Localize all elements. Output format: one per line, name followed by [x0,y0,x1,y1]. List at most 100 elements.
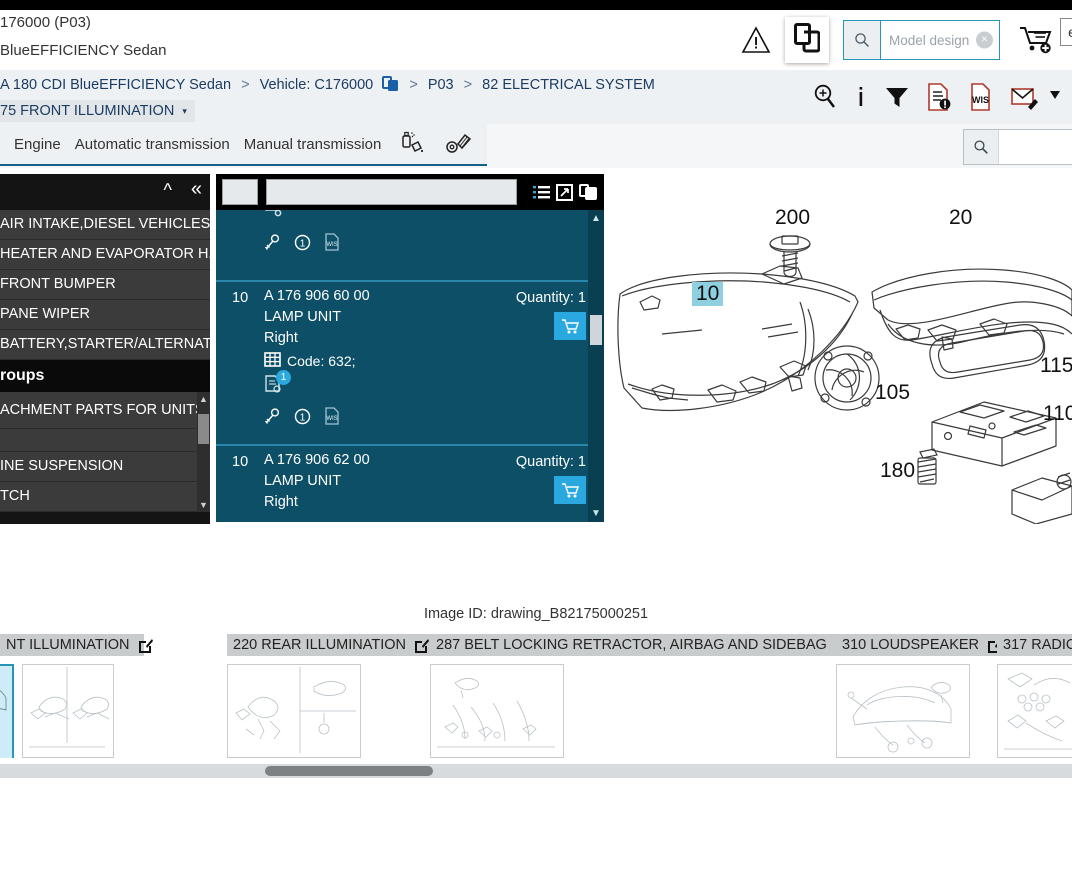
sidebar-scrollbar[interactable]: ▲ ▼ [197,392,210,512]
group-header[interactable]: 317 RADIO [997,634,1072,656]
sidebar-item-front-bumper[interactable]: FRONT BUMPER [0,270,210,300]
info-icon[interactable] [854,83,868,111]
thumbnail-airbag[interactable] [430,664,564,758]
header: 176000 (P03) BlueEFFICIENCY Sedan Model … [0,10,1072,70]
clear-search-icon[interactable]: × [976,31,993,49]
chevron-up-icon[interactable]: ^ [164,180,172,201]
key-search-icon[interactable] [264,407,281,425]
row-position: 10 [232,290,249,306]
tab-engine[interactable]: Engine [14,136,61,153]
breadcrumb-item-1[interactable]: Vehicle: C176000 [260,77,374,93]
subgroup-dropdown[interactable]: 75 FRONT ILLUMINATION ▾ [0,100,195,122]
add-to-cart-icon[interactable] [1018,23,1058,57]
thumbnail-radio[interactable] [997,664,1072,758]
breadcrumb-item-3[interactable]: 82 ELECTRICAL SYSTEM [482,77,655,93]
tab-automatic-transmission[interactable]: Automatic transmission [75,136,230,153]
table-row[interactable]: 1 WIS [216,210,604,282]
document-note-icon[interactable] [926,82,952,112]
wis-document-icon[interactable]: WIS [324,407,340,425]
copy-icon[interactable] [382,76,399,96]
sidebar-groups-list: ACHMENT PARTS FOR UNITS INE SUSPENSION T… [0,392,210,512]
row-code[interactable]: Code: 632; [264,352,586,370]
scroll-up-arrow[interactable]: ▲ [199,394,208,404]
scroll-down-arrow[interactable]: ▼ [199,500,208,510]
exploded-diagram[interactable]: 10 200 20 115 105 110 180 [612,174,1072,524]
edge-button[interactable]: e [1060,18,1072,46]
callout-110[interactable]: 110 [1043,402,1072,426]
list-view-icon[interactable] [533,185,550,200]
key-search-icon[interactable] [264,233,281,251]
callout-105[interactable]: 105 [875,381,910,405]
expand-icon[interactable] [556,183,573,201]
thumbnail-group: 317 RADIO [997,634,1072,758]
thumbnail-loudspeaker[interactable] [836,664,970,758]
warning-triangle-icon[interactable] [741,25,771,55]
callout-20[interactable]: 20 [949,206,972,230]
copy-icon[interactable] [579,183,598,201]
horizontal-scroll-thumb[interactable] [265,766,433,776]
table-row[interactable]: 10 A 176 906 62 00 LAMP UNIT Right Quant… [216,446,604,522]
info-circle-icon[interactable]: 1 [294,234,311,251]
overflow-icon[interactable] [1050,83,1064,111]
row-position: 10 [232,454,249,470]
group-header[interactable]: 310 LOUDSPEAKER [836,634,1003,656]
sidebar-item-blank[interactable] [0,429,210,452]
add-to-cart-button[interactable] [554,476,586,504]
copy-documents-button[interactable] [785,17,829,63]
callout-180[interactable]: 180 [880,459,915,483]
info-circle-icon[interactable]: 1 [294,408,311,425]
scroll-down-arrow[interactable]: ▼ [591,508,601,519]
parts-search[interactable] [963,129,1072,165]
callout-10[interactable]: 10 [692,282,724,306]
thumbnail-front-illumination[interactable] [0,664,14,758]
wis-document-icon[interactable]: WIS [968,82,994,112]
breadcrumb-item-0[interactable]: A 180 CDI BlueEFFICIENCY Sedan [0,77,231,93]
double-chevron-left-icon[interactable]: « [191,178,202,201]
scroll-up-arrow[interactable]: ▲ [591,213,601,224]
model-search-placeholder: Model design [889,32,970,48]
callout-115[interactable]: 115 [1040,354,1072,378]
zoom-in-icon[interactable] [812,83,838,111]
tab-manual-transmission[interactable]: Manual transmission [244,136,382,153]
bolt-screw-icon[interactable] [445,131,473,157]
row-description: LAMP UNIT [264,473,342,489]
breadcrumb-item-2[interactable]: P03 [428,77,454,93]
sidebar-item-battery[interactable]: BATTERY,STARTER/ALTERNAT... [0,330,210,360]
sidebar-item-attachment-parts[interactable]: ACHMENT PARTS FOR UNITS [0,392,210,429]
group-header[interactable]: 287 BELT LOCKING RETRACTOR, AIRBAG AND S… [430,634,850,656]
group-header[interactable]: NT ILLUMINATION [0,634,153,656]
edit-icon[interactable] [414,638,429,653]
parts-scrollbar[interactable]: ▲ ▼ [588,210,604,522]
thumbnail-twin-lamp[interactable] [22,664,114,758]
model-search[interactable]: Model design × [843,20,1000,60]
table-grid-icon [264,352,281,370]
thumbnail-row [227,664,422,758]
parts-scroll-thumb[interactable] [590,315,602,345]
spray-can-icon[interactable] [399,131,427,157]
parts-filter-input[interactable] [266,179,517,205]
edit-icon[interactable] [138,638,153,653]
row-document-icon[interactable]: 1 [264,370,291,399]
thumbnail-rear-illumination[interactable] [227,664,361,758]
group-title: 317 RADIO [1003,637,1072,653]
sidebar-scroll-thumb[interactable] [198,414,209,444]
callout-200[interactable]: 200 [775,206,810,230]
horizontal-scrollbar[interactable] [0,764,1072,778]
sidebar-item-air-intake[interactable]: AIR INTAKE,DIESEL VEHICLES [0,210,210,240]
sidebar-item-pane-wiper[interactable]: PANE WIPER [0,300,210,330]
group-header[interactable]: 220 REAR ILLUMINATION [227,634,434,656]
sidebar-item-engine-suspension[interactable]: INE SUSPENSION [0,452,210,482]
sidebar-item-heater[interactable]: HEATER AND EVAPORATOR H... [0,240,210,270]
mail-edit-icon[interactable] [1010,82,1040,112]
parts-filter-box[interactable] [222,179,258,205]
add-to-cart-button[interactable] [554,312,586,340]
wis-document-icon[interactable]: WIS [324,233,340,251]
sidebar-item-clutch[interactable]: TCH [0,482,210,512]
filter-icon[interactable] [884,83,910,111]
thumbnail-row [997,664,1072,758]
parts-search-input[interactable] [999,130,1072,164]
table-row[interactable]: 10 A 176 906 60 00 LAMP UNIT Right Code:… [216,282,604,446]
top-black-bar [0,0,1072,10]
row-side: Right [264,330,298,346]
model-search-field[interactable]: Model design × [881,21,999,59]
